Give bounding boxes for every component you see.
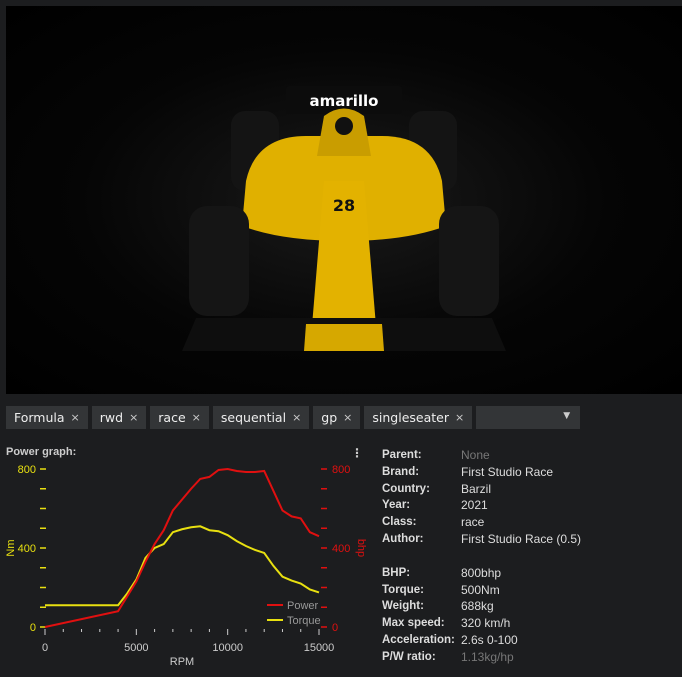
info-label: Brand: [382,465,420,478]
info-row: Torque: 500Nm [382,582,581,599]
info-label: Torque: [382,583,424,596]
tag-formula[interactable]: Formula × [6,406,88,429]
right-tick-label: 800 [332,464,350,476]
info-value: None [461,448,490,462]
info-label: Country: [382,482,430,495]
info-row: Parent: None [382,447,581,464]
right-tick-label: 0 [332,622,338,634]
x-axis-label: RPM [170,656,194,668]
tag-rwd[interactable]: rwd × [91,406,147,429]
helmet [335,117,353,135]
info-row: Class: race [382,514,581,531]
left-tick-label: 400 [18,543,36,555]
info-row: Acceleration: 2.6s 0-100 [382,632,581,649]
tag-list: Formula × rwd × race × sequential × gp × sing… [6,406,581,429]
remove-tag-icon[interactable]: × [343,406,352,429]
front-wheel-left [189,206,249,316]
series-line-power [44,467,320,628]
info-row: Max speed: 320 km/h [382,615,581,632]
graph-title: Power graph: [6,446,77,458]
info-label: Max speed: [382,617,445,630]
car-preview-viewer[interactable]: amarillo 28 [6,6,682,394]
info-row: BHP: 800bhp [382,565,581,582]
info-label: Class: [382,516,417,529]
tag-label: Formula [14,410,65,425]
remove-tag-icon[interactable]: × [192,406,201,429]
info-value: 320 km/h [461,616,511,631]
info-row: Country: Barzil [382,481,581,498]
tag-sequential[interactable]: sequential × [212,406,310,429]
tag-label: rwd [99,410,124,425]
info-value: 500Nm [461,582,500,597]
remove-tag-icon[interactable]: × [455,406,464,429]
info-value: First Studio Race (0.5) [461,531,582,546]
info-row: P/W ratio: 1.13kg/hp [382,649,581,666]
tag-gp[interactable]: gp × [313,406,361,429]
tag-singleseater[interactable]: singleseater × [364,406,473,429]
info-label: Parent: [382,449,422,461]
front-wheel-right [439,206,499,316]
x-tick-label: 5000 [124,642,148,654]
info-label: BHP: [382,566,411,579]
car-info: Parent: None Brand: First Studio Race Countr… [382,447,581,666]
series-line-torque [45,525,320,607]
chevron-down-icon: ▼ [563,411,571,421]
left-tick-label: 0 [30,622,36,634]
info-label: Acceleration: [382,633,455,646]
info-value: 688kg [461,599,494,614]
info-value: 1.13kg/hp [461,649,514,664]
right-tick-label: 400 [332,543,350,555]
info-label: Author: [382,532,424,545]
x-tick-label: 10000 [212,642,243,654]
x-tick-label: 0 [42,642,48,654]
remove-tag-icon[interactable]: × [292,406,301,429]
info-value: 2.6s 0-100 [461,632,518,647]
right-axis-label: bhp [355,539,367,557]
power-graph: 0 400 800 0 400 800 0 5000 10000 15000 RPM Nm bhp Pow… [5,464,367,668]
left-tick-label: 800 [18,464,36,476]
rear-wing-logo: amarillo [309,92,378,110]
legend-label: Torque [287,615,321,627]
info-label: Year: [382,499,411,512]
info-row: Year: 2021 [382,497,581,514]
x-tick-label: 15000 [304,642,335,654]
info-row: Author: First Studio Race (0.5) [382,531,581,548]
add-tag-dropdown[interactable]: ▼ [476,406,581,429]
tag-race[interactable]: race × [150,406,209,429]
info-value: 2021 [461,498,488,513]
info-value: race [461,515,485,530]
info-label: Weight: [382,600,424,613]
car-number: 28 [333,196,355,215]
tag-label: singleseater [372,410,449,425]
remove-tag-icon[interactable]: × [71,406,80,429]
info-label: P/W ratio: [382,650,436,663]
info-value: 800bhp [461,565,502,580]
info-value: Barzil [461,481,492,496]
tag-label: sequential [220,410,287,425]
legend-label: Power [287,600,319,612]
car-image: amarillo 28 [182,86,506,351]
left-axis-label: Nm [5,539,17,556]
tag-label: gp [321,410,338,425]
info-value: First Studio Race [461,464,554,479]
info-row: Weight: 688kg [382,598,581,615]
tag-label: race [158,410,186,425]
info-row: Brand: First Studio Race [382,464,581,481]
remove-tag-icon[interactable]: × [129,406,138,429]
